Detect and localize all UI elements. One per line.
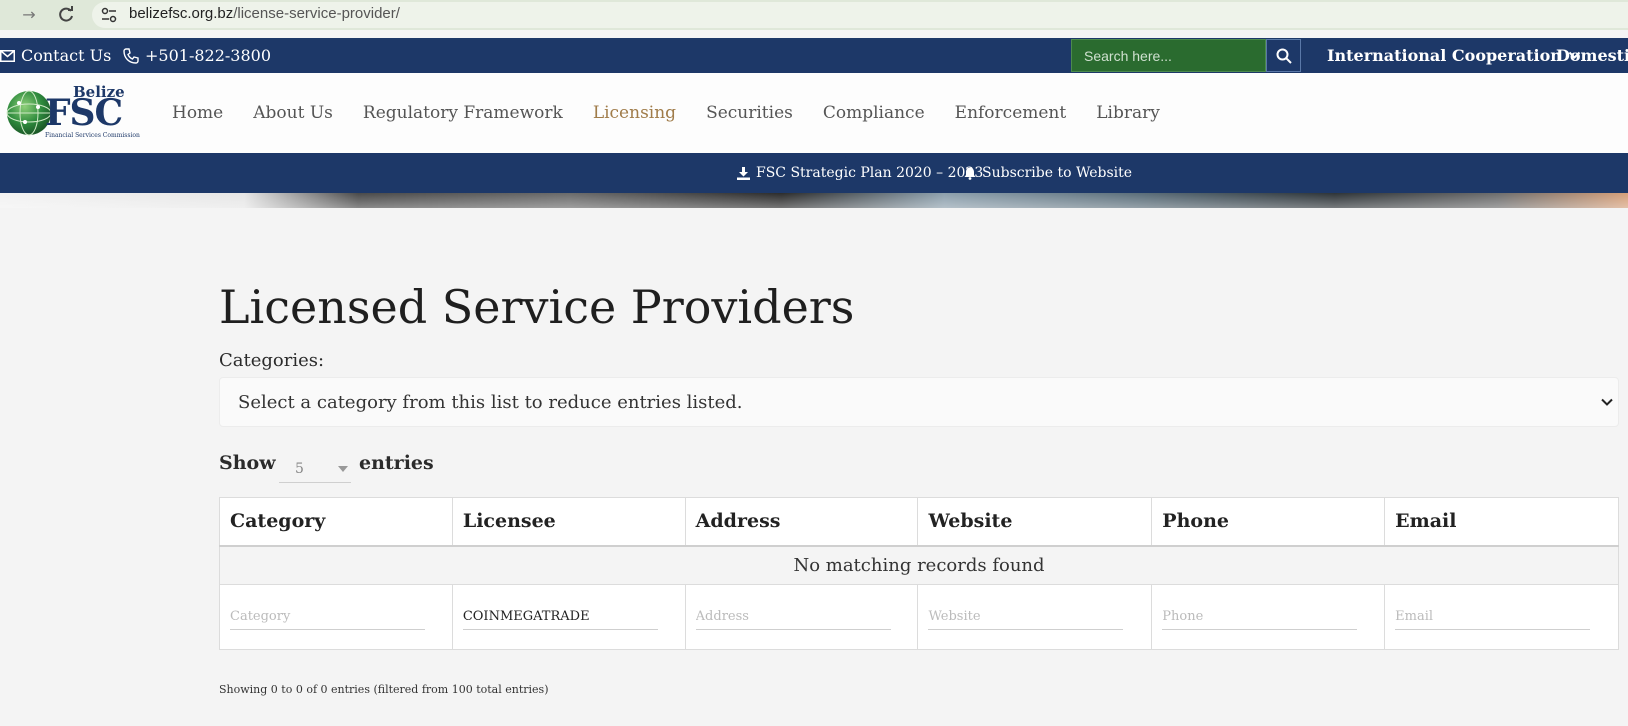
logo-text-fsc: FSC — [45, 92, 123, 134]
filter-input-address[interactable] — [695, 604, 891, 630]
no-records-message: No matching records found — [219, 545, 1619, 585]
search-button[interactable] — [1266, 39, 1301, 72]
table-info-text: Showing 0 to 0 of 0 entries (filtered fr… — [219, 683, 549, 696]
column-header-website[interactable]: Website — [917, 497, 1153, 547]
search-input[interactable] — [1071, 39, 1266, 72]
strategic-plan-link[interactable]: FSC Strategic Plan 2020 – 2023 — [737, 153, 983, 193]
envelope-icon — [0, 49, 15, 62]
download-icon — [737, 166, 750, 180]
column-header-email[interactable]: Email — [1384, 497, 1619, 547]
column-header-category[interactable]: Category — [219, 497, 453, 547]
page-title: Licensed Service Providers — [219, 280, 855, 334]
filter-input-category[interactable] — [230, 604, 425, 630]
nav-item-licensing[interactable]: Licensing — [593, 103, 676, 123]
category-select[interactable]: Select a category from this list to redu… — [219, 377, 1619, 427]
site-settings-icon[interactable] — [100, 6, 118, 24]
nav-item-about-us[interactable]: About Us — [253, 103, 333, 123]
international-cooperation-label: International Cooperation — [1327, 46, 1562, 65]
chevron-down-icon — [1601, 398, 1613, 406]
main-header: Belize FSC Financial Services Commission… — [0, 73, 1628, 153]
subscribe-link[interactable]: Subscribe to Website — [964, 153, 1132, 193]
table-row: No matching records found — [219, 545, 1619, 585]
categories-label: Categories: — [219, 350, 325, 371]
filter-input-email[interactable] — [1395, 604, 1591, 630]
filter-cell-address — [684, 584, 919, 650]
top-utility-bar: Contact Us +501-822-3800 International C… — [0, 38, 1628, 73]
forward-arrow-icon[interactable]: → — [20, 6, 38, 24]
url-path: /license-service-provider/ — [233, 5, 400, 22]
nav-item-enforcement[interactable]: Enforcement — [955, 103, 1067, 123]
search-icon — [1276, 48, 1292, 64]
domestic-menu[interactable]: Domestic C — [1556, 38, 1628, 73]
nav-item-securities[interactable]: Securities — [706, 103, 793, 123]
fsc-logo[interactable]: Belize FSC Financial Services Commission — [5, 83, 140, 139]
filter-cell-website — [917, 584, 1153, 650]
secondary-bar: FSC Strategic Plan 2020 – 2023 Subscribe… — [0, 153, 1628, 193]
filter-cell-phone — [1151, 584, 1386, 650]
category-select-value: Select a category from this list to redu… — [238, 391, 743, 413]
reload-icon[interactable] — [56, 5, 76, 25]
nav-item-home[interactable]: Home — [172, 103, 223, 123]
dropdown-caret-icon — [338, 466, 348, 472]
filter-input-website[interactable] — [928, 604, 1124, 630]
browser-address-bar: → belizefsc.org.bz/license-service-provi… — [0, 0, 1628, 30]
url-text[interactable]: belizefsc.org.bz/license-service-provide… — [129, 5, 400, 22]
banner-overlay — [0, 193, 1628, 208]
strategic-plan-label: FSC Strategic Plan 2020 – 2023 — [756, 165, 984, 181]
column-header-address[interactable]: Address — [684, 497, 919, 547]
url-domain: belizefsc.org.bz — [129, 5, 234, 22]
phone-number: +501-822-3800 — [145, 46, 272, 65]
main-nav: Home About Us Regulatory Framework Licen… — [172, 73, 1190, 153]
show-label: Show — [219, 452, 276, 474]
filter-cell-category — [219, 584, 453, 650]
entries-per-page-value: 5 — [295, 461, 304, 477]
contact-us-link[interactable]: Contact Us — [0, 38, 111, 73]
filter-row — [219, 584, 1619, 650]
subscribe-label: Subscribe to Website — [982, 165, 1133, 181]
phone-link[interactable]: +501-822-3800 — [123, 38, 271, 73]
column-header-licensee[interactable]: Licensee — [451, 497, 686, 547]
contact-us-label: Contact Us — [21, 46, 112, 65]
filter-input-phone[interactable] — [1162, 604, 1358, 630]
phone-icon — [123, 47, 139, 64]
bell-icon — [964, 167, 976, 180]
nav-item-library[interactable]: Library — [1096, 103, 1160, 123]
filter-cell-email — [1384, 584, 1619, 650]
international-cooperation-menu[interactable]: International Cooperation — [1327, 38, 1581, 73]
nav-item-compliance[interactable]: Compliance — [823, 103, 925, 123]
nav-item-regulatory-framework[interactable]: Regulatory Framework — [363, 103, 563, 123]
filter-input-licensee[interactable] — [462, 604, 658, 630]
table-header-row: Category Licensee Address Website Phone … — [219, 497, 1619, 547]
column-header-phone[interactable]: Phone — [1151, 497, 1386, 547]
filter-cell-licensee — [451, 584, 686, 650]
domestic-label: Domestic C — [1556, 46, 1628, 65]
licensees-table: Category Licensee Address Website Phone … — [219, 497, 1619, 650]
logo-text-subtitle: Financial Services Commission — [45, 132, 140, 139]
entries-label: entries — [359, 452, 434, 474]
